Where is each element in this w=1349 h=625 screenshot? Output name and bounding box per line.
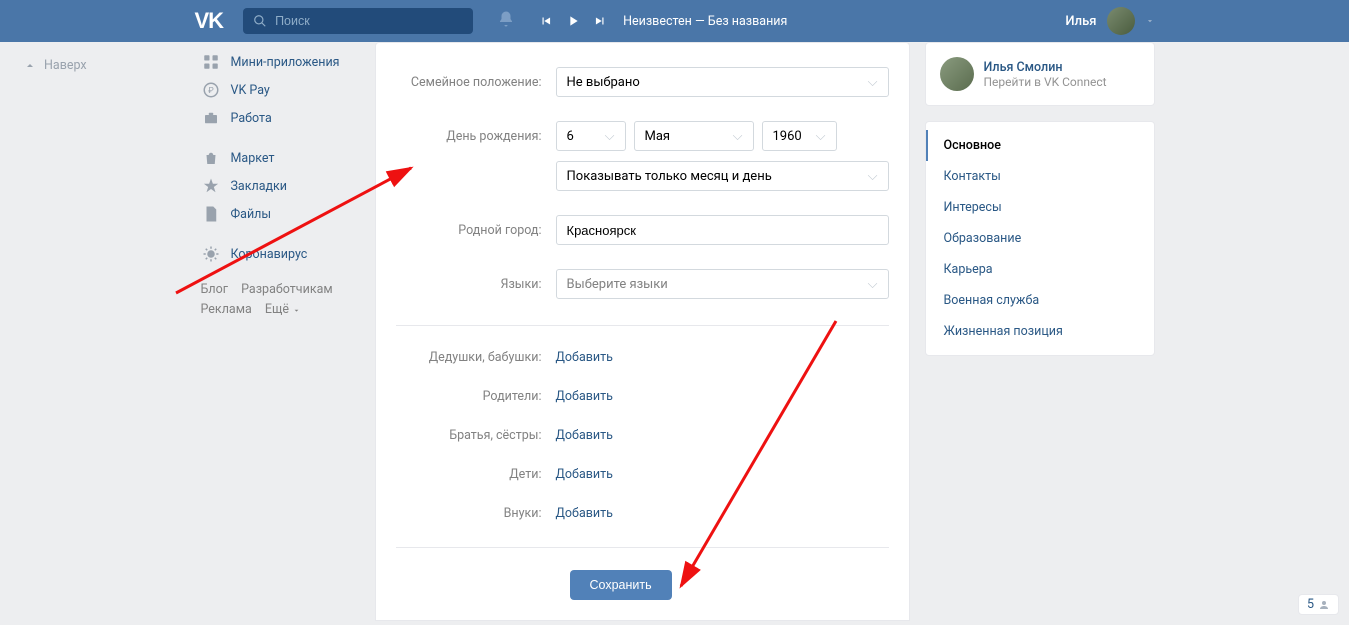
add-parents-link[interactable]: Добавить <box>556 389 613 404</box>
search-icon <box>253 14 267 28</box>
parents-label: Родители: <box>396 389 556 404</box>
svg-text:₽: ₽ <box>208 86 214 96</box>
ruble-icon: ₽ <box>201 80 221 100</box>
sidebar-item-bookmarks[interactable]: Закладки <box>195 172 360 200</box>
footer-developers[interactable]: Разработчикам <box>241 282 333 297</box>
sidebar-item-miniapps[interactable]: Мини-приложения <box>195 48 360 76</box>
birthday-month-select[interactable]: Мая⌵ <box>634 121 754 151</box>
birthday-year-select[interactable]: 1960⌵ <box>762 121 837 151</box>
star-icon <box>201 176 221 196</box>
sidebar-item-covid[interactable]: Коронавирус <box>195 240 360 268</box>
sidebar-item-market[interactable]: Маркет <box>195 144 360 172</box>
chevron-down-icon: ⌵ <box>733 129 743 144</box>
search-box[interactable] <box>243 8 473 34</box>
hometown-label: Родной город: <box>396 223 556 238</box>
user-menu[interactable]: Илья <box>1065 7 1154 35</box>
hometown-field-wrapper <box>556 215 889 245</box>
friends-online-counter[interactable]: 5 <box>1298 594 1339 615</box>
tab-interests[interactable]: Интересы <box>926 192 1154 223</box>
footer-links: Блог Разработчикам Реклама Ещё <box>195 268 360 320</box>
birthday-day-select[interactable]: 6⌵ <box>556 121 626 151</box>
marital-select[interactable]: Не выбрано⌵ <box>556 67 889 97</box>
tab-military[interactable]: Военная служба <box>926 285 1154 316</box>
tab-education[interactable]: Образование <box>926 223 1154 254</box>
profile-name[interactable]: Илья Смолин <box>984 60 1107 75</box>
top-header: VK Неизвестен — Без названия Илья <box>0 0 1349 42</box>
briefcase-icon <box>201 108 221 128</box>
hometown-input[interactable] <box>567 223 878 238</box>
languages-label: Языки: <box>396 277 556 292</box>
right-sidebar: Илья Смолин Перейти в VK Connect Основно… <box>925 42 1155 356</box>
music-controls <box>539 13 607 29</box>
search-input[interactable] <box>275 14 463 28</box>
bag-icon <box>201 148 221 168</box>
username: Илья <box>1065 14 1096 29</box>
chevron-down-icon: ⌵ <box>868 75 878 90</box>
chevron-down-icon: ⌵ <box>605 129 615 144</box>
birthday-label: День рождения: <box>396 129 556 144</box>
sidebar-item-vkpay[interactable]: ₽VK Pay <box>195 76 360 104</box>
chevron-down-icon: ⌵ <box>868 169 878 184</box>
doc-icon <box>201 204 221 224</box>
grandchildren-label: Внуки: <box>396 506 556 521</box>
vk-connect-link[interactable]: Перейти в VK Connect <box>984 75 1107 89</box>
chevron-down-icon: ⌵ <box>816 129 826 144</box>
tab-life-position[interactable]: Жизненная позиция <box>926 316 1154 347</box>
chevron-down-icon <box>1145 16 1155 26</box>
tab-career[interactable]: Карьера <box>926 254 1154 285</box>
children-label: Дети: <box>396 467 556 482</box>
sidebar-item-files[interactable]: Файлы <box>195 200 360 228</box>
prev-track-icon[interactable] <box>539 14 553 28</box>
siblings-label: Братья, сёстры: <box>396 428 556 443</box>
sidebar-item-work[interactable]: Работа <box>195 104 360 132</box>
next-track-icon[interactable] <box>593 14 607 28</box>
back-to-top[interactable]: Наверх <box>24 58 87 73</box>
languages-select[interactable]: Выберите языки⌵ <box>556 269 889 299</box>
divider <box>396 325 889 326</box>
avatar <box>940 57 974 91</box>
track-title[interactable]: Неизвестен — Без названия <box>623 14 787 29</box>
virus-icon <box>201 244 221 264</box>
settings-tabs: Основное Контакты Интересы Образование К… <box>925 121 1155 356</box>
settings-form: Семейное положение: Не выбрано⌵ День рож… <box>375 42 910 621</box>
grandparents-label: Дедушки, бабушки: <box>396 350 556 365</box>
footer-more[interactable]: Ещё <box>265 300 301 320</box>
add-grandchildren-link[interactable]: Добавить <box>556 506 613 521</box>
grid-icon <box>201 52 221 72</box>
person-icon <box>1318 599 1330 611</box>
save-button[interactable]: Сохранить <box>570 570 672 600</box>
birthday-visibility-select[interactable]: Показывать только месяц и день⌵ <box>556 161 889 191</box>
profile-card: Илья Смолин Перейти в VK Connect <box>925 42 1155 106</box>
footer-blog[interactable]: Блог <box>201 282 228 297</box>
chevron-down-icon: ⌵ <box>868 277 878 292</box>
tab-main[interactable]: Основное <box>926 130 1154 161</box>
add-children-link[interactable]: Добавить <box>556 467 613 482</box>
vk-logo[interactable]: VK <box>195 8 224 34</box>
add-grandparents-link[interactable]: Добавить <box>556 350 613 365</box>
divider <box>396 547 889 548</box>
add-siblings-link[interactable]: Добавить <box>556 428 613 443</box>
footer-ads[interactable]: Реклама <box>201 302 252 317</box>
play-icon[interactable] <box>565 13 581 29</box>
left-sidebar: Мини-приложения ₽VK Pay Работа Маркет За… <box>195 42 360 320</box>
notifications-icon[interactable] <box>497 10 515 32</box>
marital-label: Семейное положение: <box>396 75 556 90</box>
tab-contacts[interactable]: Контакты <box>926 161 1154 192</box>
avatar <box>1107 7 1135 35</box>
